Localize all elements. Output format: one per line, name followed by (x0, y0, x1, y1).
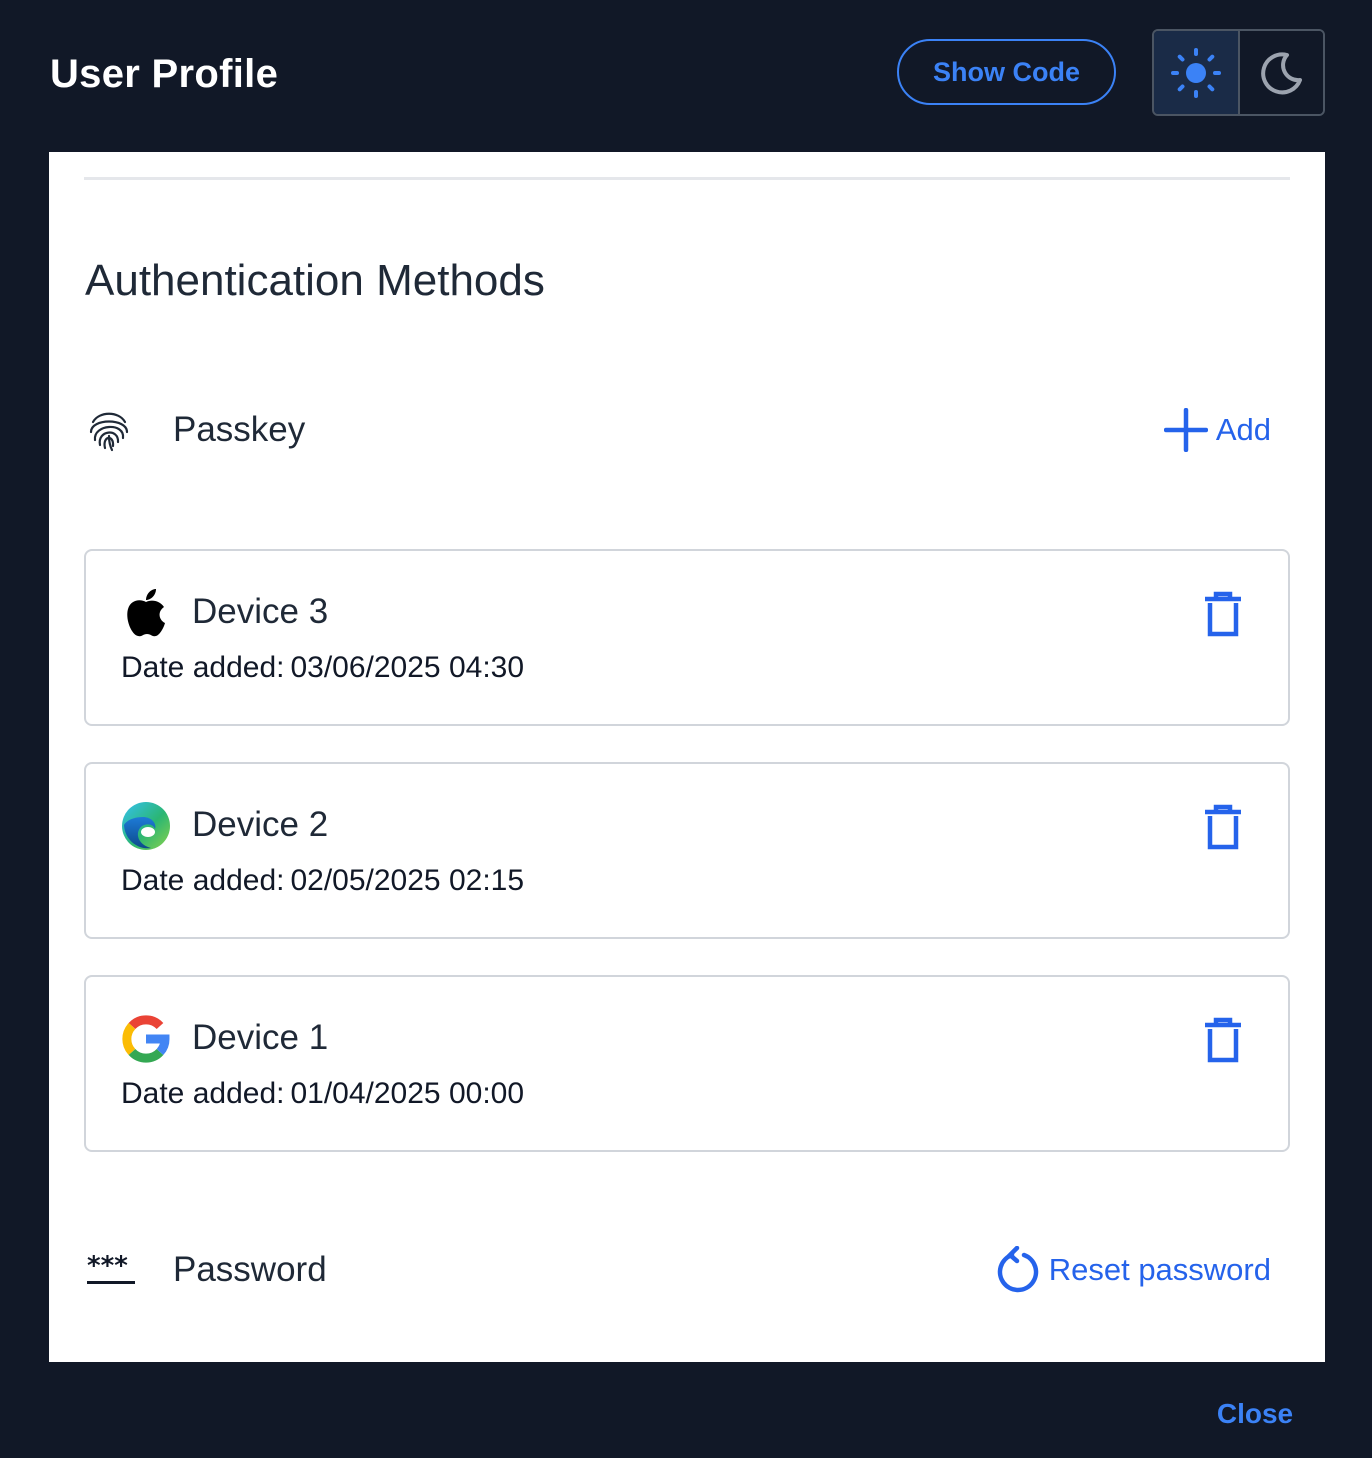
date-value: 01/04/2025 00:00 (290, 1077, 525, 1110)
page-title: User Profile (50, 52, 279, 96)
trash-icon (1205, 804, 1241, 850)
theme-toggle (1152, 29, 1325, 116)
trash-icon (1205, 591, 1241, 637)
password-icon: *** (85, 1244, 137, 1296)
moon-icon (1261, 51, 1303, 94)
refresh-icon (995, 1246, 1041, 1294)
close-button[interactable]: Close (1205, 1392, 1305, 1436)
reset-password-label: Reset password (1048, 1252, 1271, 1287)
date-label: Date added: (121, 651, 285, 684)
show-code-button[interactable]: Show Code (897, 39, 1116, 105)
device-name: Device 2 (192, 805, 329, 844)
password-row: *** Password Reset password (85, 1240, 1271, 1300)
device-card: Device 3 Date added: 03/06/2025 04:30 (84, 549, 1290, 726)
svg-text:***: *** (87, 1251, 128, 1281)
passkey-row: Passkey Add (85, 400, 1271, 460)
password-label: Password (173, 1250, 327, 1289)
delete-device-button[interactable] (1199, 589, 1247, 639)
plus-icon (1163, 408, 1208, 452)
device-date: Date added: 03/06/2025 04:30 (121, 650, 524, 686)
date-label: Date added: (121, 1077, 285, 1110)
date-label: Date added: (121, 864, 285, 897)
passkey-label: Passkey (173, 410, 306, 449)
profile-panel: Authentication Methods Passkey Add Devic… (49, 152, 1325, 1362)
device-date: Date added: 02/05/2025 02:15 (121, 863, 524, 899)
header: User Profile Show Code (0, 0, 1372, 152)
trash-icon (1205, 1017, 1241, 1063)
edge-icon (120, 800, 172, 852)
dark-mode-button[interactable] (1239, 31, 1323, 114)
device-name: Device 1 (192, 1018, 329, 1057)
delete-device-button[interactable] (1199, 1015, 1247, 1065)
section-title: Authentication Methods (85, 256, 545, 305)
google-icon (120, 1013, 172, 1065)
light-mode-button[interactable] (1154, 31, 1240, 114)
divider (84, 177, 1290, 180)
fingerprint-icon (85, 404, 137, 456)
device-card: Device 2 Date added: 02/05/2025 02:15 (84, 762, 1290, 939)
sun-icon (1170, 47, 1221, 98)
date-value: 03/06/2025 04:30 (290, 651, 525, 684)
apple-icon (120, 587, 172, 639)
device-name: Device 3 (192, 592, 329, 631)
add-label: Add (1215, 412, 1271, 447)
device-card: Device 1 Date added: 01/04/2025 00:00 (84, 975, 1290, 1152)
reset-password-button[interactable]: Reset password (995, 1246, 1271, 1294)
delete-device-button[interactable] (1199, 802, 1247, 852)
date-value: 02/05/2025 02:15 (290, 864, 525, 897)
device-date: Date added: 01/04/2025 00:00 (121, 1076, 524, 1112)
add-passkey-button[interactable]: Add (1163, 408, 1271, 452)
